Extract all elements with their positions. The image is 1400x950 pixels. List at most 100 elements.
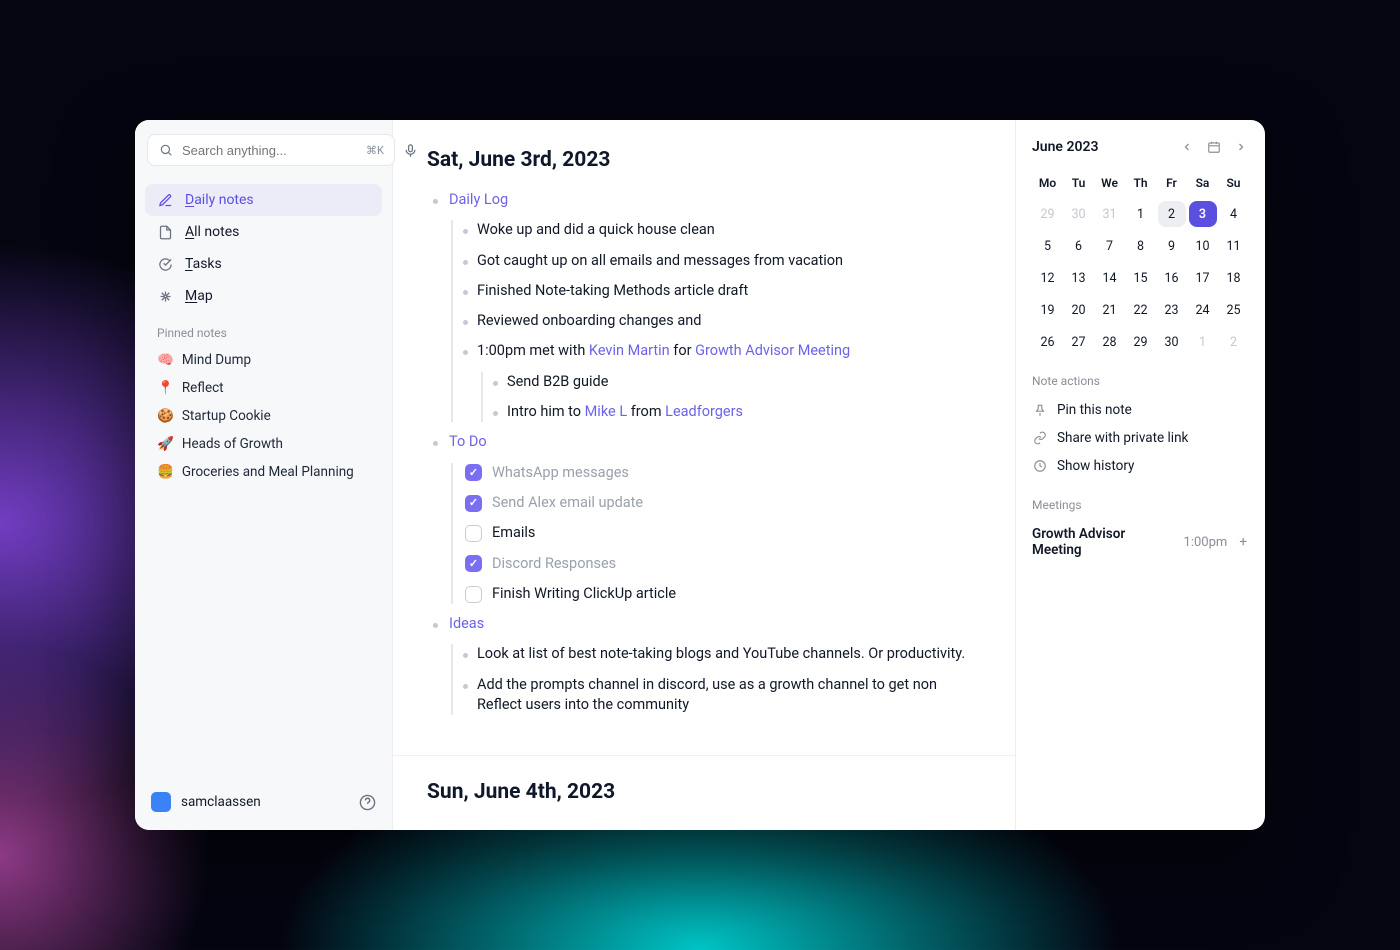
calendar-day[interactable]: 20 [1065,297,1093,323]
log-subitem[interactable]: Send B2B guide [483,372,981,392]
calendar-day[interactable]: 7 [1096,233,1124,259]
log-item[interactable]: Woke up and did a quick house clean [453,220,981,240]
meeting-name: Growth Advisor Meeting [1032,526,1174,558]
check-circle-icon [157,256,173,272]
calendar-day[interactable]: 1 [1127,201,1155,227]
user-row[interactable]: samclaassen [145,784,382,820]
sidebar: ⌘K Daily notes All notes [135,120,393,830]
meeting-time: 1:00pm [1184,535,1228,550]
calendar-day[interactable]: 24 [1189,297,1217,323]
search-input-wrapper[interactable]: ⌘K [147,134,395,166]
link-person[interactable]: Kevin Martin [589,342,670,359]
todo-item[interactable]: Send Alex email update [453,493,981,513]
calendar-day[interactable]: 9 [1158,233,1186,259]
calendar-day[interactable]: 22 [1127,297,1155,323]
search-input[interactable] [182,143,358,158]
calendar-day[interactable]: 30 [1065,201,1093,227]
link-company[interactable]: Leadforgers [665,403,743,420]
calendar-day[interactable]: 2 [1220,329,1248,355]
calendar-day[interactable]: 13 [1065,265,1093,291]
action-share-link[interactable]: Share with private link [1032,424,1249,452]
nav-daily-notes[interactable]: Daily notes [145,184,382,216]
section-ideas[interactable]: Ideas [449,615,484,632]
checkbox[interactable] [465,464,482,481]
todo-item[interactable]: Emails [453,523,981,543]
calendar-day[interactable]: 15 [1127,265,1155,291]
calendar-prev[interactable] [1179,139,1195,155]
idea-item[interactable]: Look at list of best note-taking blogs a… [453,644,981,664]
calendar-grid: MoTuWeThFrSaSu29303112345678910111213141… [1032,170,1249,356]
log-item[interactable]: Reviewed onboarding changes and [453,311,981,331]
todo-text: Finish Writing ClickUp article [492,584,676,604]
pinned-item[interactable]: 🧠Mind Dump [145,346,382,374]
action-show-history[interactable]: Show history [1032,452,1249,480]
log-item[interactable]: Finished Note-taking Methods article dra… [453,281,981,301]
calendar-day[interactable]: 29 [1127,329,1155,355]
calendar-day[interactable]: 11 [1220,233,1248,259]
checkbox[interactable] [465,555,482,572]
checkbox[interactable] [465,495,482,512]
todo-item[interactable]: WhatsApp messages [453,463,981,483]
log-item[interactable]: Got caught up on all emails and messages… [453,251,981,271]
calendar-today[interactable] [1205,138,1223,156]
log-subitem[interactable]: Intro him to Mike L from Leadforgers [483,402,981,422]
calendar-day[interactable]: 30 [1158,329,1186,355]
calendar-day[interactable]: 19 [1034,297,1062,323]
calendar-day[interactable]: 12 [1034,265,1062,291]
link-event[interactable]: Growth Advisor Meeting [695,342,850,359]
section-todo[interactable]: To Do [449,433,487,450]
todo-item[interactable]: Finish Writing ClickUp article [453,584,981,604]
pinned-item[interactable]: 🚀Heads of Growth [145,430,382,458]
calendar-day[interactable]: 2 [1158,201,1186,227]
calendar-day[interactable]: 18 [1220,265,1248,291]
nav-all-notes[interactable]: All notes [145,216,382,248]
checkbox[interactable] [465,525,482,542]
calendar-day[interactable]: 28 [1096,329,1124,355]
calendar-day[interactable]: 10 [1189,233,1217,259]
pin-emoji: 🍪 [157,408,174,424]
calendar-dow: Su [1218,170,1249,196]
pin-emoji: 📍 [157,380,174,396]
calendar-next[interactable] [1233,139,1249,155]
nav-tasks[interactable]: Tasks [145,248,382,280]
calendar-day[interactable]: 4 [1220,201,1248,227]
calendar-day[interactable]: 1 [1189,329,1217,355]
idea-item[interactable]: Add the prompts channel in discord, use … [453,675,981,716]
section-daily-log[interactable]: Daily Log [449,191,508,208]
calendar-dow: Th [1125,170,1156,196]
calendar-day[interactable]: 27 [1065,329,1093,355]
nav-label: Tasks [185,256,222,272]
pinned-item[interactable]: 🍔Groceries and Meal Planning [145,458,382,486]
calendar-day[interactable]: 5 [1034,233,1062,259]
calendar-day[interactable]: 6 [1065,233,1093,259]
checkbox[interactable] [465,586,482,603]
add-meeting-button[interactable]: + [1237,534,1249,550]
todo-item[interactable]: Discord Responses [453,554,981,574]
help-button[interactable] [359,794,376,811]
calendar-day[interactable]: 25 [1220,297,1248,323]
note-editor[interactable]: Sat, June 3rd, 2023 Daily Log Woke up an… [393,120,1015,830]
nav-label: Daily notes [185,192,254,208]
calendar-day[interactable]: 3 [1189,201,1217,227]
pinned-item[interactable]: 📍Reflect [145,374,382,402]
calendar-day[interactable]: 31 [1096,201,1124,227]
calendar-day[interactable]: 21 [1096,297,1124,323]
calendar-day[interactable]: 26 [1034,329,1062,355]
calendar-dow: Sa [1187,170,1218,196]
action-pin-note[interactable]: Pin this note [1032,396,1249,424]
log-item-meeting[interactable]: 1:00pm met with Kevin Martin for Growth … [453,341,981,422]
app-window: ⌘K Daily notes All notes [135,120,1265,830]
pin-emoji: 🧠 [157,352,174,368]
calendar-day[interactable]: 16 [1158,265,1186,291]
calendar-day[interactable]: 8 [1127,233,1155,259]
calendar-day[interactable]: 23 [1158,297,1186,323]
nav-map[interactable]: Map [145,280,382,312]
link-person[interactable]: Mike L [585,403,628,420]
calendar-day[interactable]: 29 [1034,201,1062,227]
meeting-row[interactable]: Growth Advisor Meeting 1:00pm + [1032,520,1249,564]
note-title: Sat, June 3rd, 2023 [427,148,981,172]
pinned-item[interactable]: 🍪Startup Cookie [145,402,382,430]
graph-icon [157,288,173,304]
calendar-day[interactable]: 17 [1189,265,1217,291]
calendar-day[interactable]: 14 [1096,265,1124,291]
